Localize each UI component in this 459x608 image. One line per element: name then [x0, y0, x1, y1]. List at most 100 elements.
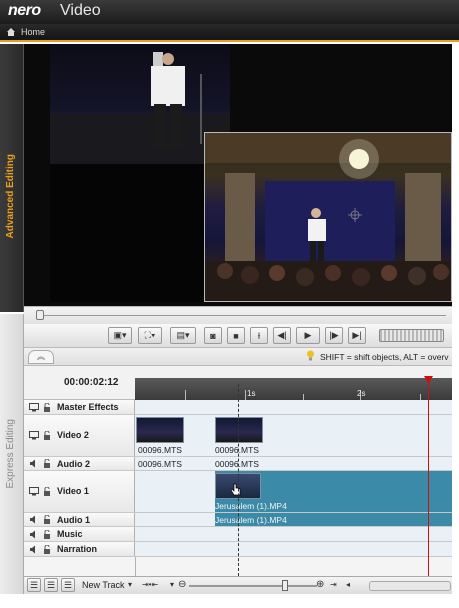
monitor-icon[interactable] — [29, 431, 39, 440]
lock-icon[interactable] — [43, 431, 51, 440]
title-bar: nero Video — [0, 0, 459, 24]
monitor-icon[interactable] — [29, 487, 39, 496]
clip-label: 00096.MTS — [215, 459, 259, 469]
ripple-dropdown-icon[interactable]: ▾ — [170, 580, 174, 589]
playhead-line[interactable] — [428, 378, 429, 576]
tab-express-editing-label: Express Editing — [5, 419, 16, 489]
track-label-video-1: Video 1 — [57, 486, 89, 496]
play-icon[interactable]: ▶ — [296, 327, 320, 344]
track-header: Video 2 — [24, 415, 135, 456]
split-icon[interactable]: Ɨ — [250, 327, 268, 344]
track-area[interactable]: Jerusalem (1).MP4 — [135, 471, 452, 512]
track-header: Video 1 — [24, 471, 135, 512]
track-label-narration: Narration — [57, 544, 98, 554]
video-clip-thumbnail[interactable] — [136, 417, 184, 443]
zoom-slider-thumb[interactable] — [282, 580, 288, 591]
breadcrumb: Home — [0, 24, 459, 42]
divider — [135, 557, 136, 576]
track-height-small-icon[interactable]: ☰ — [61, 578, 75, 592]
ripple-icon[interactable]: ⇥•⇤ — [142, 580, 158, 589]
clip-label: 00096.MTS — [138, 459, 182, 469]
track-label-video-2: Video 2 — [57, 430, 89, 440]
track-header: Audio 1 — [24, 513, 135, 526]
monitor-icon[interactable] — [29, 403, 39, 412]
track-height-large-icon[interactable]: ☰ — [27, 578, 41, 592]
track-label-audio-2: Audio 2 — [57, 459, 90, 469]
previous-frame-icon[interactable]: ◀| — [273, 327, 291, 344]
clip-label: Jerusalem (1).MP4 — [215, 515, 287, 525]
track-height-medium-icon[interactable]: ☰ — [44, 578, 58, 592]
ruler-tick — [245, 390, 246, 400]
track-header: Narration — [24, 542, 135, 556]
ruler-label-2s: 2s — [357, 389, 366, 398]
track-area[interactable] — [135, 400, 452, 414]
track-header: Master Effects — [24, 400, 135, 414]
clip-label: Jerusalem (1).MP4 — [215, 501, 287, 511]
speaker-icon[interactable] — [29, 459, 39, 468]
lock-icon[interactable] — [43, 545, 51, 554]
app-title: Video — [60, 2, 101, 19]
scrub-handle[interactable] — [36, 310, 44, 320]
track-header: Audio 2 — [24, 457, 135, 470]
fullscreen-icon[interactable]: ⛶▾ — [138, 327, 162, 344]
time-ruler[interactable]: 1s 2s — [135, 378, 452, 400]
lock-icon[interactable] — [43, 459, 51, 468]
speaker-icon[interactable] — [29, 530, 39, 539]
new-track-button[interactable]: New Track — [82, 580, 125, 590]
next-frame-icon[interactable]: |▶ — [325, 327, 343, 344]
zoom-out-icon[interactable]: ⊖ — [178, 579, 186, 590]
display-mode-icon[interactable]: ▣▾ — [108, 327, 132, 344]
app-logo: nero — [8, 2, 41, 19]
speaker-icon[interactable] — [29, 515, 39, 524]
lightbulb-icon — [307, 350, 314, 361]
camera-icon[interactable]: ◙ — [204, 327, 222, 344]
go-to-end-icon[interactable]: ▶| — [348, 327, 366, 344]
zoom-slider-track[interactable] — [189, 585, 317, 587]
ruler-label-1s: 1s — [247, 389, 256, 398]
home-icon[interactable] — [6, 27, 16, 37]
hand-cursor-icon — [230, 483, 241, 496]
hint-text: SHIFT = shift objects, ALT = overv — [320, 352, 449, 362]
scroll-left-icon[interactable]: ◂ — [346, 580, 350, 589]
clip-label: 00096.MTS — [215, 445, 259, 455]
track-label-audio-1: Audio 1 — [57, 515, 90, 525]
new-track-dropdown-icon[interactable]: ▾ — [128, 580, 132, 589]
track-header: Music — [24, 527, 135, 541]
ruler-tick — [185, 390, 186, 400]
video-clip-thumbnail[interactable] — [215, 417, 263, 443]
video-preview — [24, 44, 452, 306]
zoom-in-icon[interactable]: ⊕ — [316, 579, 324, 590]
lock-icon[interactable] — [43, 403, 51, 412]
jog-shuttle[interactable] — [379, 329, 444, 342]
track-area[interactable] — [135, 527, 452, 541]
speaker-icon[interactable] — [29, 545, 39, 554]
zoom-fit-icon[interactable]: ⇥ — [330, 580, 337, 589]
aspect-ratio-icon[interactable]: ▤▾ — [170, 327, 196, 344]
speaker-figure — [50, 52, 230, 164]
collapse-toggle-icon[interactable]: ︽ — [28, 350, 54, 364]
preview-clip-bottom[interactable] — [204, 132, 452, 302]
lock-icon[interactable] — [43, 530, 51, 539]
tab-advanced-editing[interactable]: Advanced Editing — [0, 44, 24, 312]
track-area[interactable]: 00096.MTS 00096.MTS — [135, 457, 452, 470]
home-link[interactable]: Home — [21, 27, 45, 37]
clip-boundary-marker — [238, 384, 239, 576]
transport-toolbar: ▣▾ ⛶▾ ▤▾ ◙ ■ Ɨ ◀| ▶ |▶ ▶| — [24, 324, 452, 348]
lock-icon[interactable] — [43, 487, 51, 496]
horizontal-scrollbar[interactable] — [369, 581, 451, 591]
hint-bar: ︽ SHIFT = shift objects, ALT = overv — [24, 348, 452, 366]
track-label-music: Music — [57, 529, 83, 539]
scrub-bar[interactable] — [24, 306, 452, 324]
window-bottom-edge — [0, 594, 459, 608]
lock-icon[interactable] — [43, 515, 51, 524]
timecode-display: 00:00:02:12 — [64, 377, 119, 388]
stop-icon[interactable]: ■ — [227, 327, 245, 344]
preview-empty-area — [50, 164, 204, 302]
preview-clip-top — [50, 44, 230, 164]
tab-advanced-editing-label: Advanced Editing — [5, 154, 16, 239]
tab-express-editing[interactable]: Express Editing — [0, 314, 24, 608]
track-area[interactable]: Jerusalem (1).MP4 — [135, 513, 452, 526]
track-area[interactable] — [135, 542, 452, 556]
clip-label: 00096.MTS — [138, 445, 182, 455]
track-area[interactable]: 00096.MTS 00096.MTS — [135, 415, 452, 456]
